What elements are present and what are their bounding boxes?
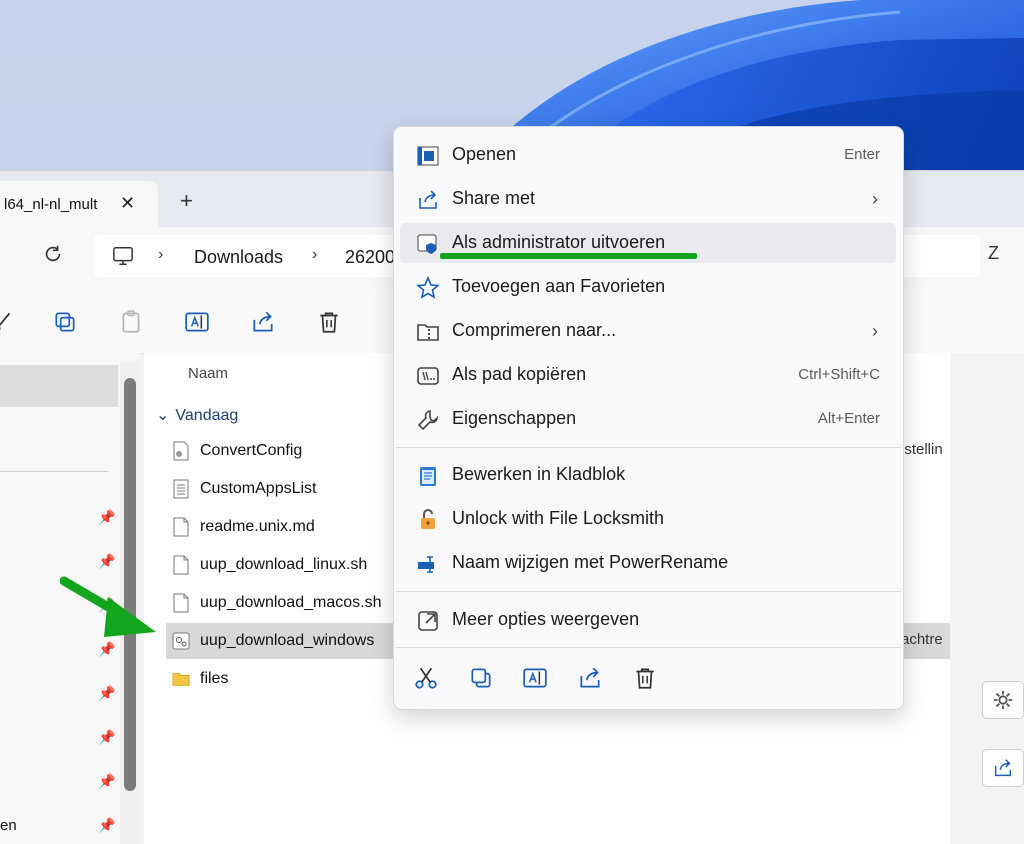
pin-icon: 📌 (98, 773, 116, 789)
document-icon (173, 517, 189, 537)
menu-item-share[interactable]: Share met › (400, 179, 896, 219)
cut-icon[interactable] (0, 309, 16, 335)
document-icon (173, 555, 189, 575)
breadcrumb-downloads[interactable]: Downloads (194, 247, 283, 268)
text-file-icon (173, 479, 189, 499)
star-icon (416, 276, 440, 299)
pin-icon: 📌 (98, 553, 116, 569)
context-menu: Openen Enter Share met › Als administrat… (393, 126, 904, 710)
chevron-down-icon: ⌄ (156, 407, 170, 424)
menu-item-label: Eigenschappen (452, 408, 577, 428)
file-name: files (200, 670, 229, 687)
group-header-today[interactable]: ⌄ Vandaag (156, 405, 238, 425)
notepad-icon (420, 467, 436, 486)
this-pc-icon (112, 245, 134, 272)
pin-icon: 📌 (98, 509, 116, 525)
breadcrumb-folder[interactable]: 26200 (345, 247, 395, 268)
rename-icon (418, 556, 434, 573)
search-box-stub[interactable]: Z (988, 243, 1024, 279)
menu-item-label: Naam wijzigen met PowerRename (452, 552, 729, 572)
config-file-icon (172, 632, 190, 650)
copy-path-icon (417, 367, 439, 385)
close-tab-icon[interactable]: ✕ (120, 193, 135, 214)
file-name: uup_download_windows (200, 632, 375, 649)
copy-icon[interactable] (52, 309, 78, 335)
menu-item-shortcut: Ctrl+Shift+C (798, 366, 880, 383)
delete-icon[interactable] (316, 309, 342, 335)
paste-icon[interactable] (118, 309, 144, 335)
menu-separator (396, 591, 901, 592)
nav-divider (0, 471, 108, 472)
menu-item-label: Als administrator uitvoeren (452, 232, 666, 252)
new-tab-button[interactable]: + (180, 188, 193, 214)
tab-current-folder[interactable]: l64_nl-nl_mult ✕ (0, 181, 158, 227)
document-icon (173, 593, 189, 613)
rename-icon[interactable] (184, 309, 210, 335)
menu-item-label: Comprimeren naar... (452, 320, 617, 340)
share-icon[interactable] (577, 665, 603, 691)
nav-item-selected[interactable] (0, 365, 118, 407)
menu-item-file-locksmith[interactable]: Unlock with File Locksmith (400, 499, 896, 539)
menu-item-edit-notepad[interactable]: Bewerken in Kladblok (400, 455, 896, 495)
chevron-right-icon: › (872, 321, 878, 341)
nav-item-label[interactable]: en (0, 817, 17, 834)
annotation-underline (440, 253, 697, 259)
file-name: uup_download_macos.sh (200, 594, 382, 611)
menu-item-add-favorites[interactable]: Toevoegen aan Favorieten (400, 267, 896, 307)
folder-icon (172, 673, 190, 686)
rename-icon[interactable] (522, 665, 548, 691)
share-icon (994, 759, 1012, 777)
details-pane (950, 353, 1024, 844)
refresh-icon[interactable] (42, 243, 64, 271)
menu-item-openen[interactable]: Openen Enter (400, 135, 896, 175)
wrench-icon (417, 410, 439, 431)
config-file-icon (173, 441, 189, 461)
menu-separator (396, 447, 901, 448)
more-options-icon (418, 611, 438, 631)
chevron-right-icon: › (872, 189, 878, 209)
file-name: readme.unix.md (200, 518, 315, 535)
menu-item-label: Meer opties weergeven (452, 609, 640, 629)
breadcrumb-separator[interactable]: › (158, 246, 163, 264)
gear-icon (993, 690, 1013, 710)
menu-item-shortcut: Alt+Enter (817, 410, 880, 427)
menu-item-label: Unlock with File Locksmith (452, 508, 665, 528)
share-icon[interactable] (250, 309, 276, 335)
zip-folder-icon (417, 324, 439, 341)
file-name: ConvertConfig (200, 442, 303, 459)
padlock-icon (421, 509, 435, 529)
menu-item-powerrename[interactable]: Naam wijzigen met PowerRename (400, 543, 896, 583)
group-label: Vandaag (175, 407, 239, 424)
settings-gear-button[interactable] (982, 681, 1024, 719)
share-icon (419, 190, 437, 209)
menu-item-more-options[interactable]: Meer opties weergeven (400, 600, 896, 640)
breadcrumb-separator[interactable]: › (312, 246, 317, 264)
column-header-name[interactable]: Naam (188, 365, 228, 382)
pin-icon: 📌 (98, 641, 116, 657)
menu-item-shortcut: Enter (844, 146, 880, 163)
pin-icon: 📌 (98, 685, 116, 701)
open-icon (417, 146, 439, 166)
pin-icon: 📌 (98, 729, 116, 745)
pin-icon: 📌 (98, 817, 116, 833)
menu-item-compress[interactable]: Comprimeren naar... › (400, 311, 896, 351)
tab-title: l64_nl-nl_mult (4, 195, 98, 213)
cut-icon[interactable] (413, 665, 439, 691)
menu-item-copy-as-path[interactable]: Als pad kopiëren Ctrl+Shift+C (400, 355, 896, 395)
menu-item-label: Share met (452, 188, 536, 208)
copy-icon[interactable] (468, 665, 494, 691)
menu-item-label: Als pad kopiëren (452, 364, 587, 384)
menu-item-label: Toevoegen aan Favorieten (452, 276, 666, 296)
menu-separator (396, 647, 901, 648)
shield-icon (417, 234, 437, 254)
menu-item-properties[interactable]: Eigenschappen Alt+Enter (400, 399, 896, 439)
file-name: CustomAppsList (200, 480, 317, 497)
delete-icon[interactable] (632, 665, 658, 691)
menu-item-label: Openen (452, 144, 517, 164)
share-button[interactable] (982, 749, 1024, 787)
menu-item-label: Bewerken in Kladblok (452, 464, 626, 484)
annotation-arrow-icon (60, 576, 156, 637)
file-name: uup_download_linux.sh (200, 556, 368, 573)
